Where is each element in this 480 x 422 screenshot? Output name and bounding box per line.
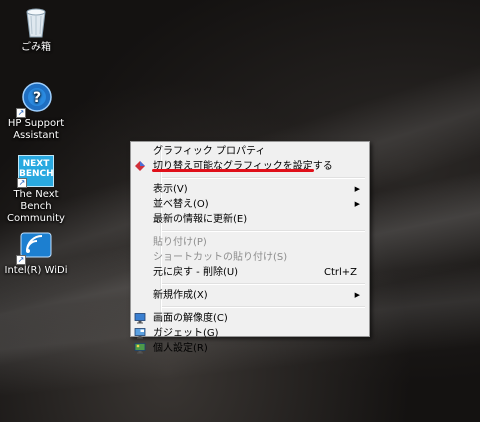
menu-item-sort-by[interactable]: 並べ替え(O) ▶ bbox=[133, 197, 367, 212]
recycle-bin-shortcut[interactable]: ごみ箱 bbox=[1, 4, 71, 54]
hp-support-assistant-label: HP Support Assistant bbox=[7, 118, 65, 141]
diamond-icon bbox=[134, 160, 146, 172]
menu-item-shortcut-key: Ctrl+Z bbox=[323, 267, 357, 278]
menu-separator bbox=[162, 230, 365, 232]
submenu-arrow-icon: ▶ bbox=[354, 185, 360, 193]
menu-item-label: 新規作成(X) bbox=[153, 290, 208, 301]
intel-widi-label: Intel(R) WiDi bbox=[4, 265, 68, 276]
menu-separator bbox=[162, 283, 365, 285]
menu-item-undo-delete[interactable]: 元に戻す - 削除(U) Ctrl+Z bbox=[133, 265, 367, 280]
menu-item-label: 表示(V) bbox=[153, 184, 188, 195]
menu-item-label: ショートカットの貼り付け(S) bbox=[153, 252, 288, 263]
menu-item-gadgets[interactable]: ガジェット(G) bbox=[133, 326, 367, 341]
intel-widi-icon: ↗ bbox=[16, 227, 54, 265]
menu-item-label: 貼り付け(P) bbox=[153, 237, 207, 248]
menu-item-refresh[interactable]: 最新の情報に更新(E) bbox=[133, 212, 367, 227]
submenu-arrow-icon: ▶ bbox=[354, 200, 360, 208]
shortcut-arrow-icon: ↗ bbox=[16, 108, 26, 118]
menu-separator bbox=[162, 306, 365, 308]
menu-item-label: 並べ替え(O) bbox=[153, 199, 209, 210]
next-bench-shortcut[interactable]: NEXT BENCH ↗ The Next Bench Community bbox=[1, 155, 71, 225]
menu-separator bbox=[162, 177, 365, 179]
next-bench-label: The Next Bench Community bbox=[7, 189, 65, 224]
next-bench-icon: NEXT BENCH ↗ bbox=[17, 155, 54, 188]
menu-item-new[interactable]: 新規作成(X) ▶ bbox=[133, 288, 367, 303]
hp-support-assistant-shortcut[interactable]: ? ↗ HP Support Assistant bbox=[1, 80, 71, 142]
menu-item-paste-shortcut[interactable]: ショートカットの貼り付け(S) bbox=[133, 250, 367, 265]
recycle-bin-label: ごみ箱 bbox=[21, 42, 51, 53]
menu-item-label: 最新の情報に更新(E) bbox=[153, 214, 248, 225]
menu-item-graphics-properties[interactable]: グラフィック プロパティ bbox=[133, 144, 367, 159]
svg-text:?: ? bbox=[33, 90, 41, 106]
menu-item-screen-resolution[interactable]: 画面の解像度(C) bbox=[133, 311, 367, 326]
menu-item-label: 個人設定(R) bbox=[153, 343, 208, 354]
menu-item-paste[interactable]: 貼り付け(P) bbox=[133, 235, 367, 250]
intel-widi-shortcut[interactable]: ↗ Intel(R) WiDi bbox=[1, 227, 71, 277]
shortcut-arrow-icon: ↗ bbox=[17, 178, 27, 188]
menu-item-label: 画面の解像度(C) bbox=[153, 313, 228, 324]
highlight-underline bbox=[152, 169, 314, 172]
monitor-icon bbox=[134, 312, 146, 324]
submenu-arrow-icon: ▶ bbox=[354, 291, 360, 299]
recycle-bin-icon bbox=[18, 4, 54, 40]
shortcut-arrow-icon: ↗ bbox=[16, 255, 26, 265]
personalize-icon bbox=[134, 342, 146, 354]
next-bench-logo-line1: NEXT bbox=[22, 159, 50, 169]
menu-item-view[interactable]: 表示(V) ▶ bbox=[133, 182, 367, 197]
menu-item-label: グラフィック プロパティ bbox=[153, 146, 266, 157]
menu-item-label: ガジェット(G) bbox=[153, 328, 219, 339]
menu-item-label: 元に戻す - 削除(U) bbox=[153, 267, 239, 278]
hp-support-assistant-icon: ? ↗ bbox=[16, 80, 54, 118]
menu-item-personalize[interactable]: 個人設定(R) bbox=[133, 341, 367, 356]
gadgets-icon bbox=[134, 327, 146, 339]
